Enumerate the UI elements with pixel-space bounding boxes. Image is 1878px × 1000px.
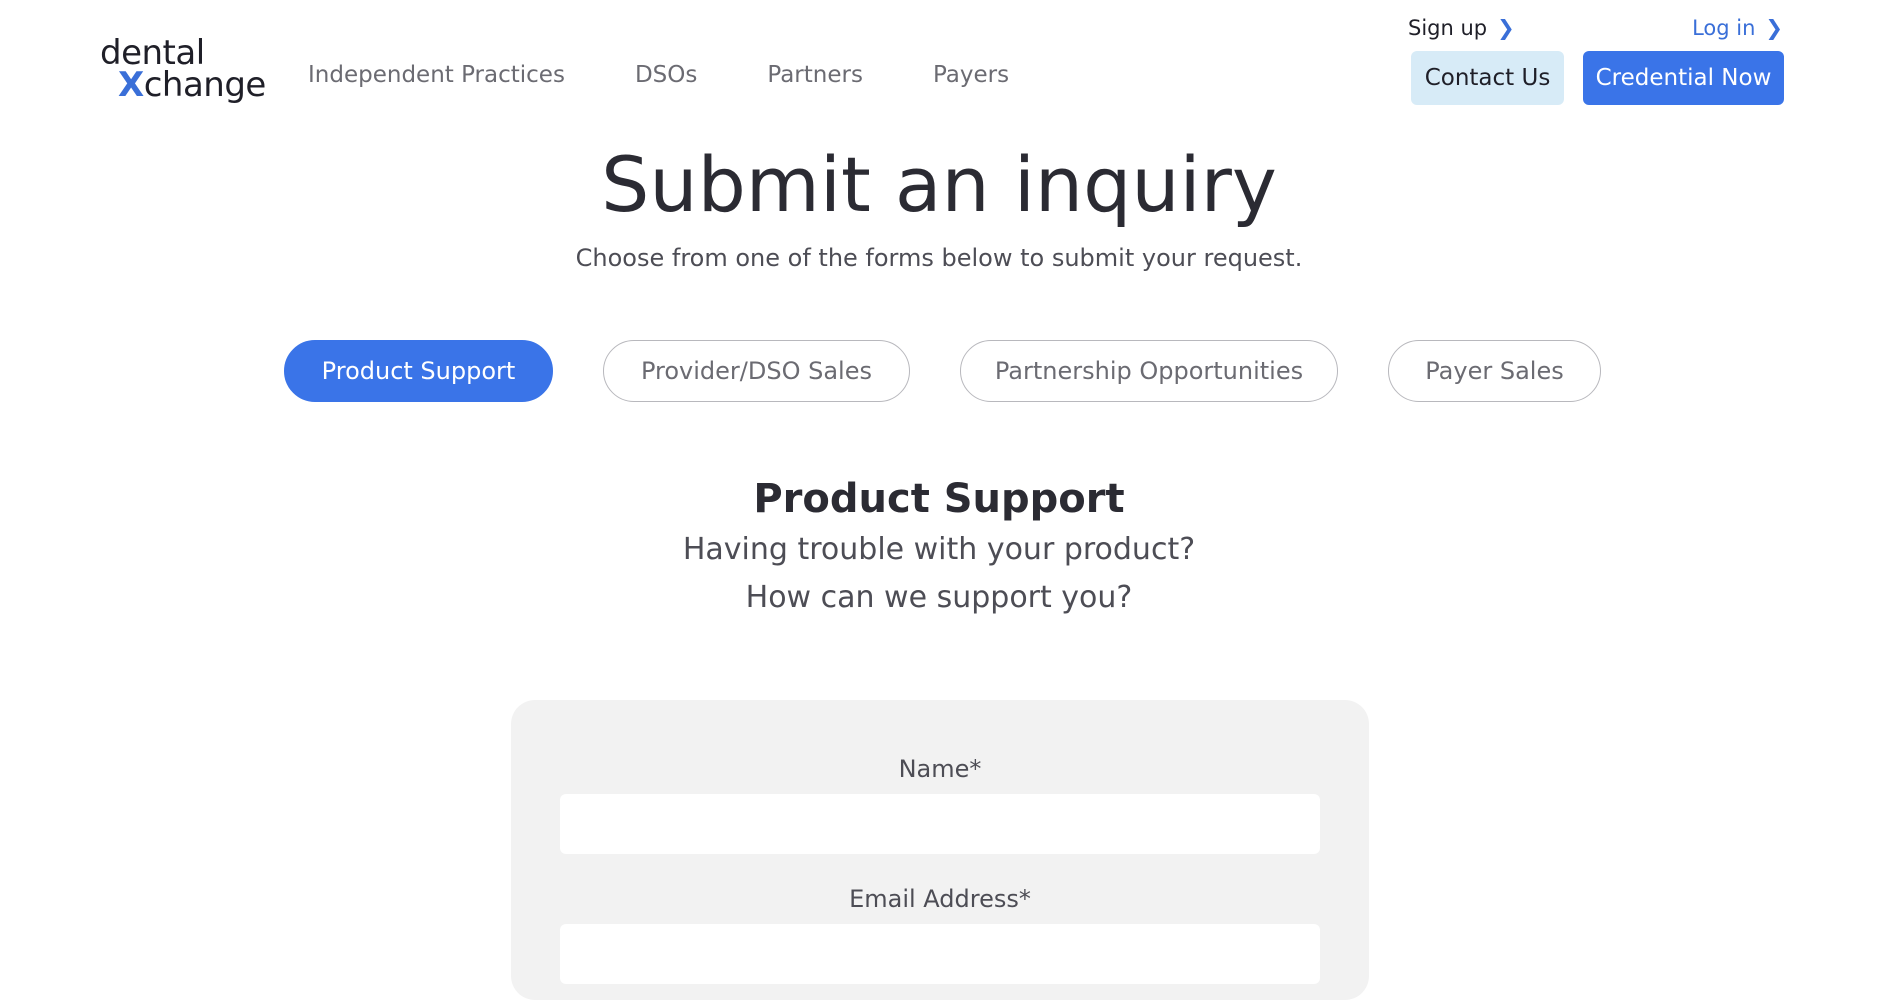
tab-payer-sales[interactable]: Payer Sales — [1388, 340, 1601, 402]
section-title: Product Support — [753, 476, 1125, 522]
dentalxchange-logo[interactable]: dental Xchange — [100, 36, 266, 102]
nav-independent-practices[interactable]: Independent Practices — [308, 62, 565, 88]
page-subtitle: Choose from one of the forms below to su… — [575, 244, 1303, 272]
chevron-right-icon: ❯ — [1497, 16, 1515, 40]
nav-partners[interactable]: Partners — [767, 62, 863, 88]
email-field-label: Email Address* — [849, 885, 1031, 913]
logo-text-xchange: Xchange — [118, 68, 266, 102]
log-in-link[interactable]: Log in ❯ — [1692, 16, 1783, 40]
sign-up-link[interactable]: Sign up ❯ — [1408, 16, 1515, 40]
inquiry-form-card: Name* Email Address* — [511, 700, 1369, 1000]
logo-text-change: change — [143, 65, 267, 105]
contact-us-button[interactable]: Contact Us — [1411, 51, 1564, 105]
nav-dsos[interactable]: DSOs — [635, 62, 697, 88]
credential-now-button[interactable]: Credential Now — [1583, 51, 1784, 105]
section-description-line2: How can we support you? — [745, 580, 1133, 615]
tab-provider-dso-sales[interactable]: Provider/DSO Sales — [603, 340, 910, 402]
chevron-right-icon: ❯ — [1765, 16, 1783, 40]
site-header: dental Xchange Independent Practices DSO… — [0, 0, 1878, 125]
page-title: Submit an inquiry — [601, 140, 1277, 229]
log-in-label: Log in — [1692, 16, 1756, 40]
section-description-line1: Having trouble with your product? — [682, 532, 1196, 567]
name-field-label: Name* — [898, 755, 982, 783]
tab-partnership-opportunities[interactable]: Partnership Opportunities — [960, 340, 1338, 402]
nav-payers[interactable]: Payers — [933, 62, 1009, 88]
tab-product-support[interactable]: Product Support — [284, 340, 553, 402]
logo-x-mark: X — [118, 65, 144, 105]
main-nav: Independent Practices DSOs Partners Paye… — [308, 62, 1079, 88]
account-links: Sign up ❯ Log in ❯ — [1403, 16, 1783, 46]
name-input[interactable] — [560, 794, 1320, 854]
email-input[interactable] — [560, 924, 1320, 984]
sign-up-label: Sign up — [1408, 16, 1488, 40]
